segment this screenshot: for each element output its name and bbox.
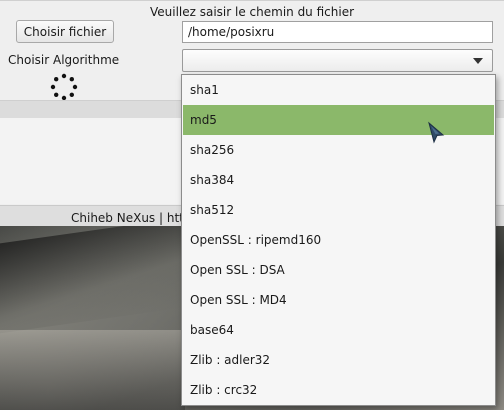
file-path-field[interactable]: /home/posixru: [182, 21, 493, 43]
dropdown-item-zlib-adler32[interactable]: Zlib : adler32: [183, 345, 494, 375]
dropdown-item-zlib-crc32[interactable]: Zlib : crc32: [183, 375, 494, 405]
dropdown-item-openssl-md4[interactable]: Open SSL : MD4: [183, 285, 494, 315]
dropdown-item-openssl-dsa[interactable]: Open SSL : DSA: [183, 255, 494, 285]
mouse-pointer-icon: [428, 121, 445, 144]
dropdown-item-sha384[interactable]: sha384: [183, 165, 494, 195]
algorithm-combobox[interactable]: [182, 49, 493, 72]
choose-file-button[interactable]: Choisir fichier: [16, 20, 114, 43]
algorithm-dropdown-list[interactable]: sha1 md5 sha256 sha384 sha512 OpenSSL : …: [181, 74, 496, 406]
instruction-label: Veuillez saisir le chemin du fichier: [0, 0, 504, 19]
dropdown-item-sha512[interactable]: sha512: [183, 195, 494, 225]
background-rock-shadow: [0, 216, 190, 334]
dropdown-item-openssl-ripemd160[interactable]: OpenSSL : ripemd160: [183, 225, 494, 255]
dropdown-item-sha1[interactable]: sha1: [183, 75, 494, 105]
background-rock-highlight: [0, 330, 185, 410]
dropdown-item-base64[interactable]: base64: [183, 315, 494, 345]
chevron-down-icon[interactable]: [473, 58, 483, 64]
algorithm-label: Choisir Algorithme: [8, 53, 120, 67]
busy-spinner-icon: [50, 73, 78, 101]
